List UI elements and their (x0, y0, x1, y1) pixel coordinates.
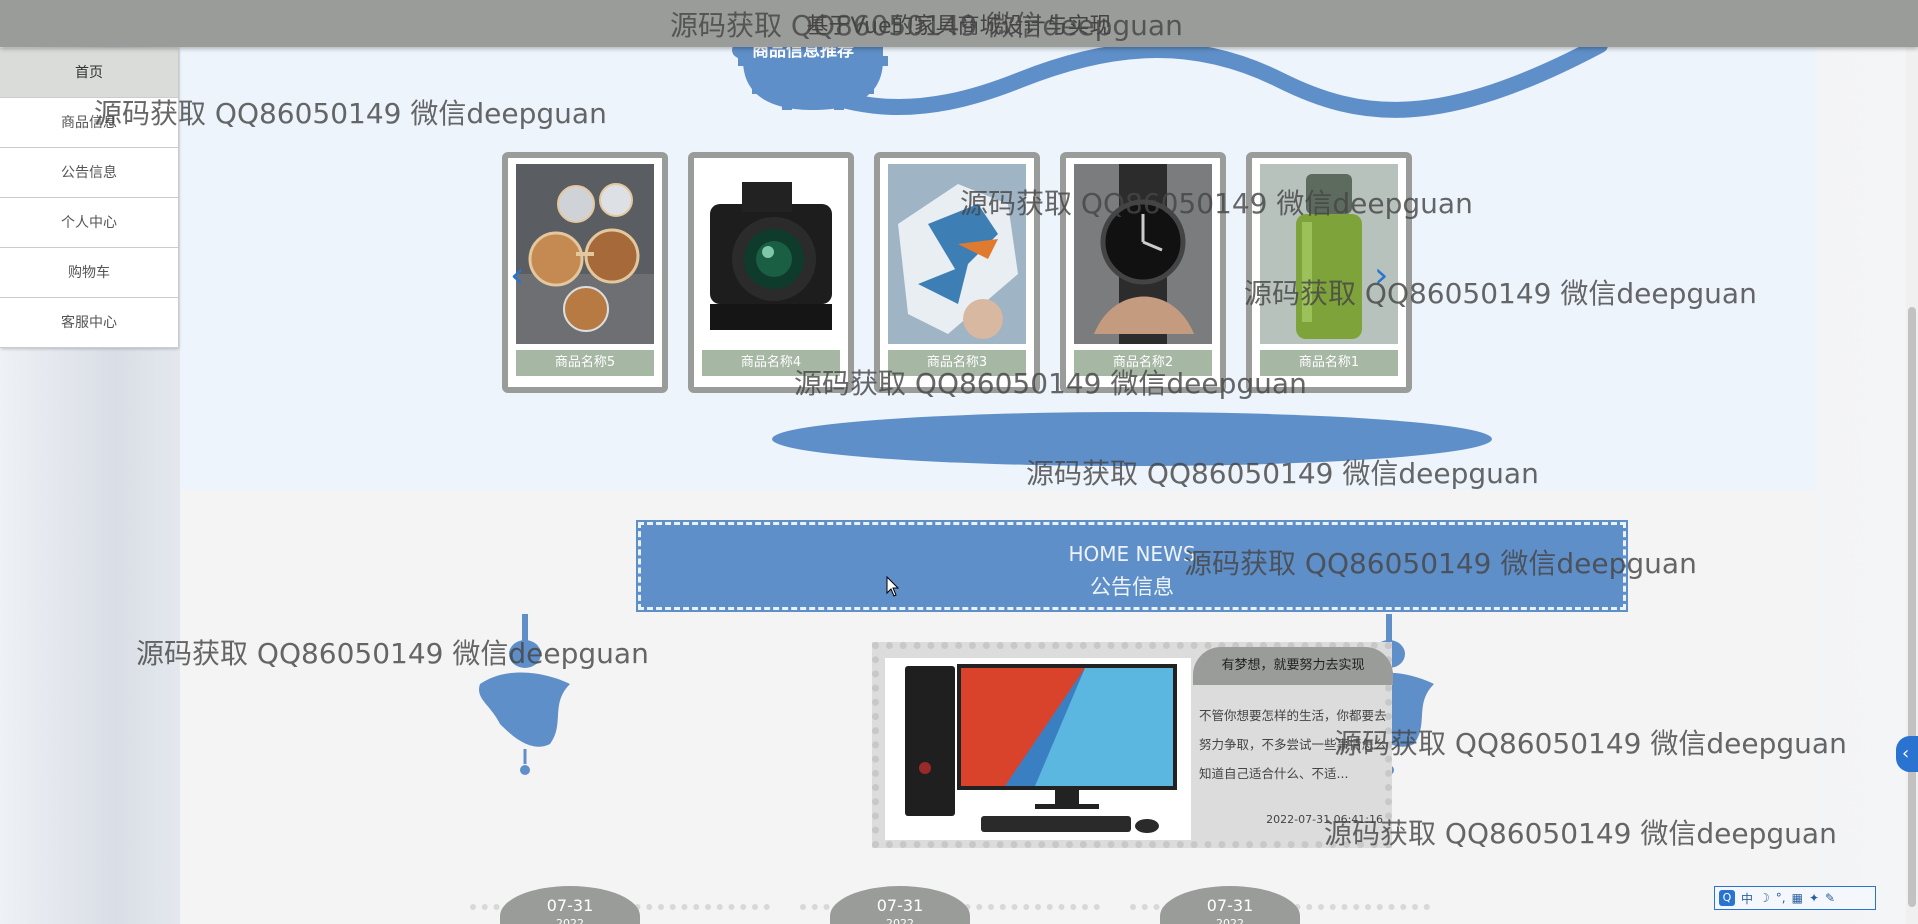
watermark: 源码获取 QQ86050149 微信deepguan (1334, 727, 1847, 760)
news-date-year: 2022 (556, 917, 584, 924)
news-title[interactable]: 有梦想，就要努力去实现 (1193, 647, 1393, 685)
sunglasses-image (516, 164, 654, 344)
sidebar-item-home[interactable]: 首页 (0, 48, 178, 98)
news-date-year: 2022 (1216, 917, 1244, 924)
ime-toolbar[interactable]: Q 中 ☽ °, ▦ ✦ ✎ (1714, 886, 1876, 910)
watermark: 源码获取 QQ86050149 微信deepguan (794, 367, 1307, 400)
sidebar-item-notices[interactable]: 公告信息 (0, 148, 178, 198)
featured-news-card[interactable]: 有梦想，就要努力去实现 不管你想要怎样的生活，你都要去努力争取，不多尝试一些事情… (872, 642, 1393, 848)
news-image (885, 658, 1191, 840)
mouse-cursor-icon (886, 576, 900, 597)
ime-punct-icon[interactable]: °, (1776, 891, 1786, 905)
news-date-day: 07-31 (546, 896, 594, 915)
main-content: 商品信息推荐 ‹ › 商品名称5 商品名称4 商品名称3 商品名称2 商品名称1… (180, 0, 1816, 924)
watermark: 源码获取 QQ86050149 微信deepguan (1184, 547, 1697, 580)
carousel-prev-icon[interactable]: ‹ (510, 255, 524, 296)
news-date-day: 07-31 (1206, 896, 1254, 915)
scrollbar-thumb[interactable] (1908, 307, 1916, 907)
page-scrollbar[interactable] (1906, 47, 1918, 924)
ime-moon-icon[interactable]: ☽ (1759, 891, 1770, 905)
news-date-day: 07-31 (876, 896, 924, 915)
ime-chinese-icon[interactable]: 中 (1741, 890, 1753, 907)
sidebar-item-cart[interactable]: 购物车 (0, 248, 178, 298)
camera-image (702, 164, 840, 344)
news-date-year: 2022 (886, 917, 914, 924)
watermark: 源码获取 QQ86050149 微信deepguan (960, 187, 1473, 220)
sidebar-item-profile[interactable]: 个人中心 (0, 198, 178, 248)
ime-keyboard-icon[interactable]: ▦ (1792, 891, 1803, 905)
watermark: 源码获取 QQ86050149 微信deepguan (1324, 817, 1837, 850)
side-panel-toggle-icon[interactable]: ‹ (1896, 736, 1918, 772)
ime-settings-icon[interactable]: ✎ (1825, 891, 1835, 905)
product-card[interactable]: 商品名称4 (688, 152, 854, 393)
ime-tool-icon[interactable]: ✦ (1809, 891, 1819, 905)
news-date-tab[interactable]: 07-31 2022 (1160, 886, 1300, 924)
product-name: 商品名称5 (516, 350, 654, 376)
watermark: 源码获取 QQ86050149 微信deepguan (670, 9, 1183, 42)
product-card[interactable]: 商品名称5 (502, 152, 668, 393)
ime-logo-icon: Q (1719, 890, 1735, 906)
news-date-tab[interactable]: 07-31 2022 (500, 886, 640, 924)
watermark: 源码获取 QQ86050149 微信deepguan (1244, 277, 1757, 310)
sidebar-item-service[interactable]: 客服中心 (0, 298, 178, 348)
watermark: 源码获取 QQ86050149 微信deepguan (94, 97, 607, 130)
watermark: 源码获取 QQ86050149 微信deepguan (1026, 457, 1539, 490)
watermark: 源码获取 QQ86050149 微信deepguan (136, 637, 649, 670)
news-date-tab[interactable]: 07-31 2022 (830, 886, 970, 924)
